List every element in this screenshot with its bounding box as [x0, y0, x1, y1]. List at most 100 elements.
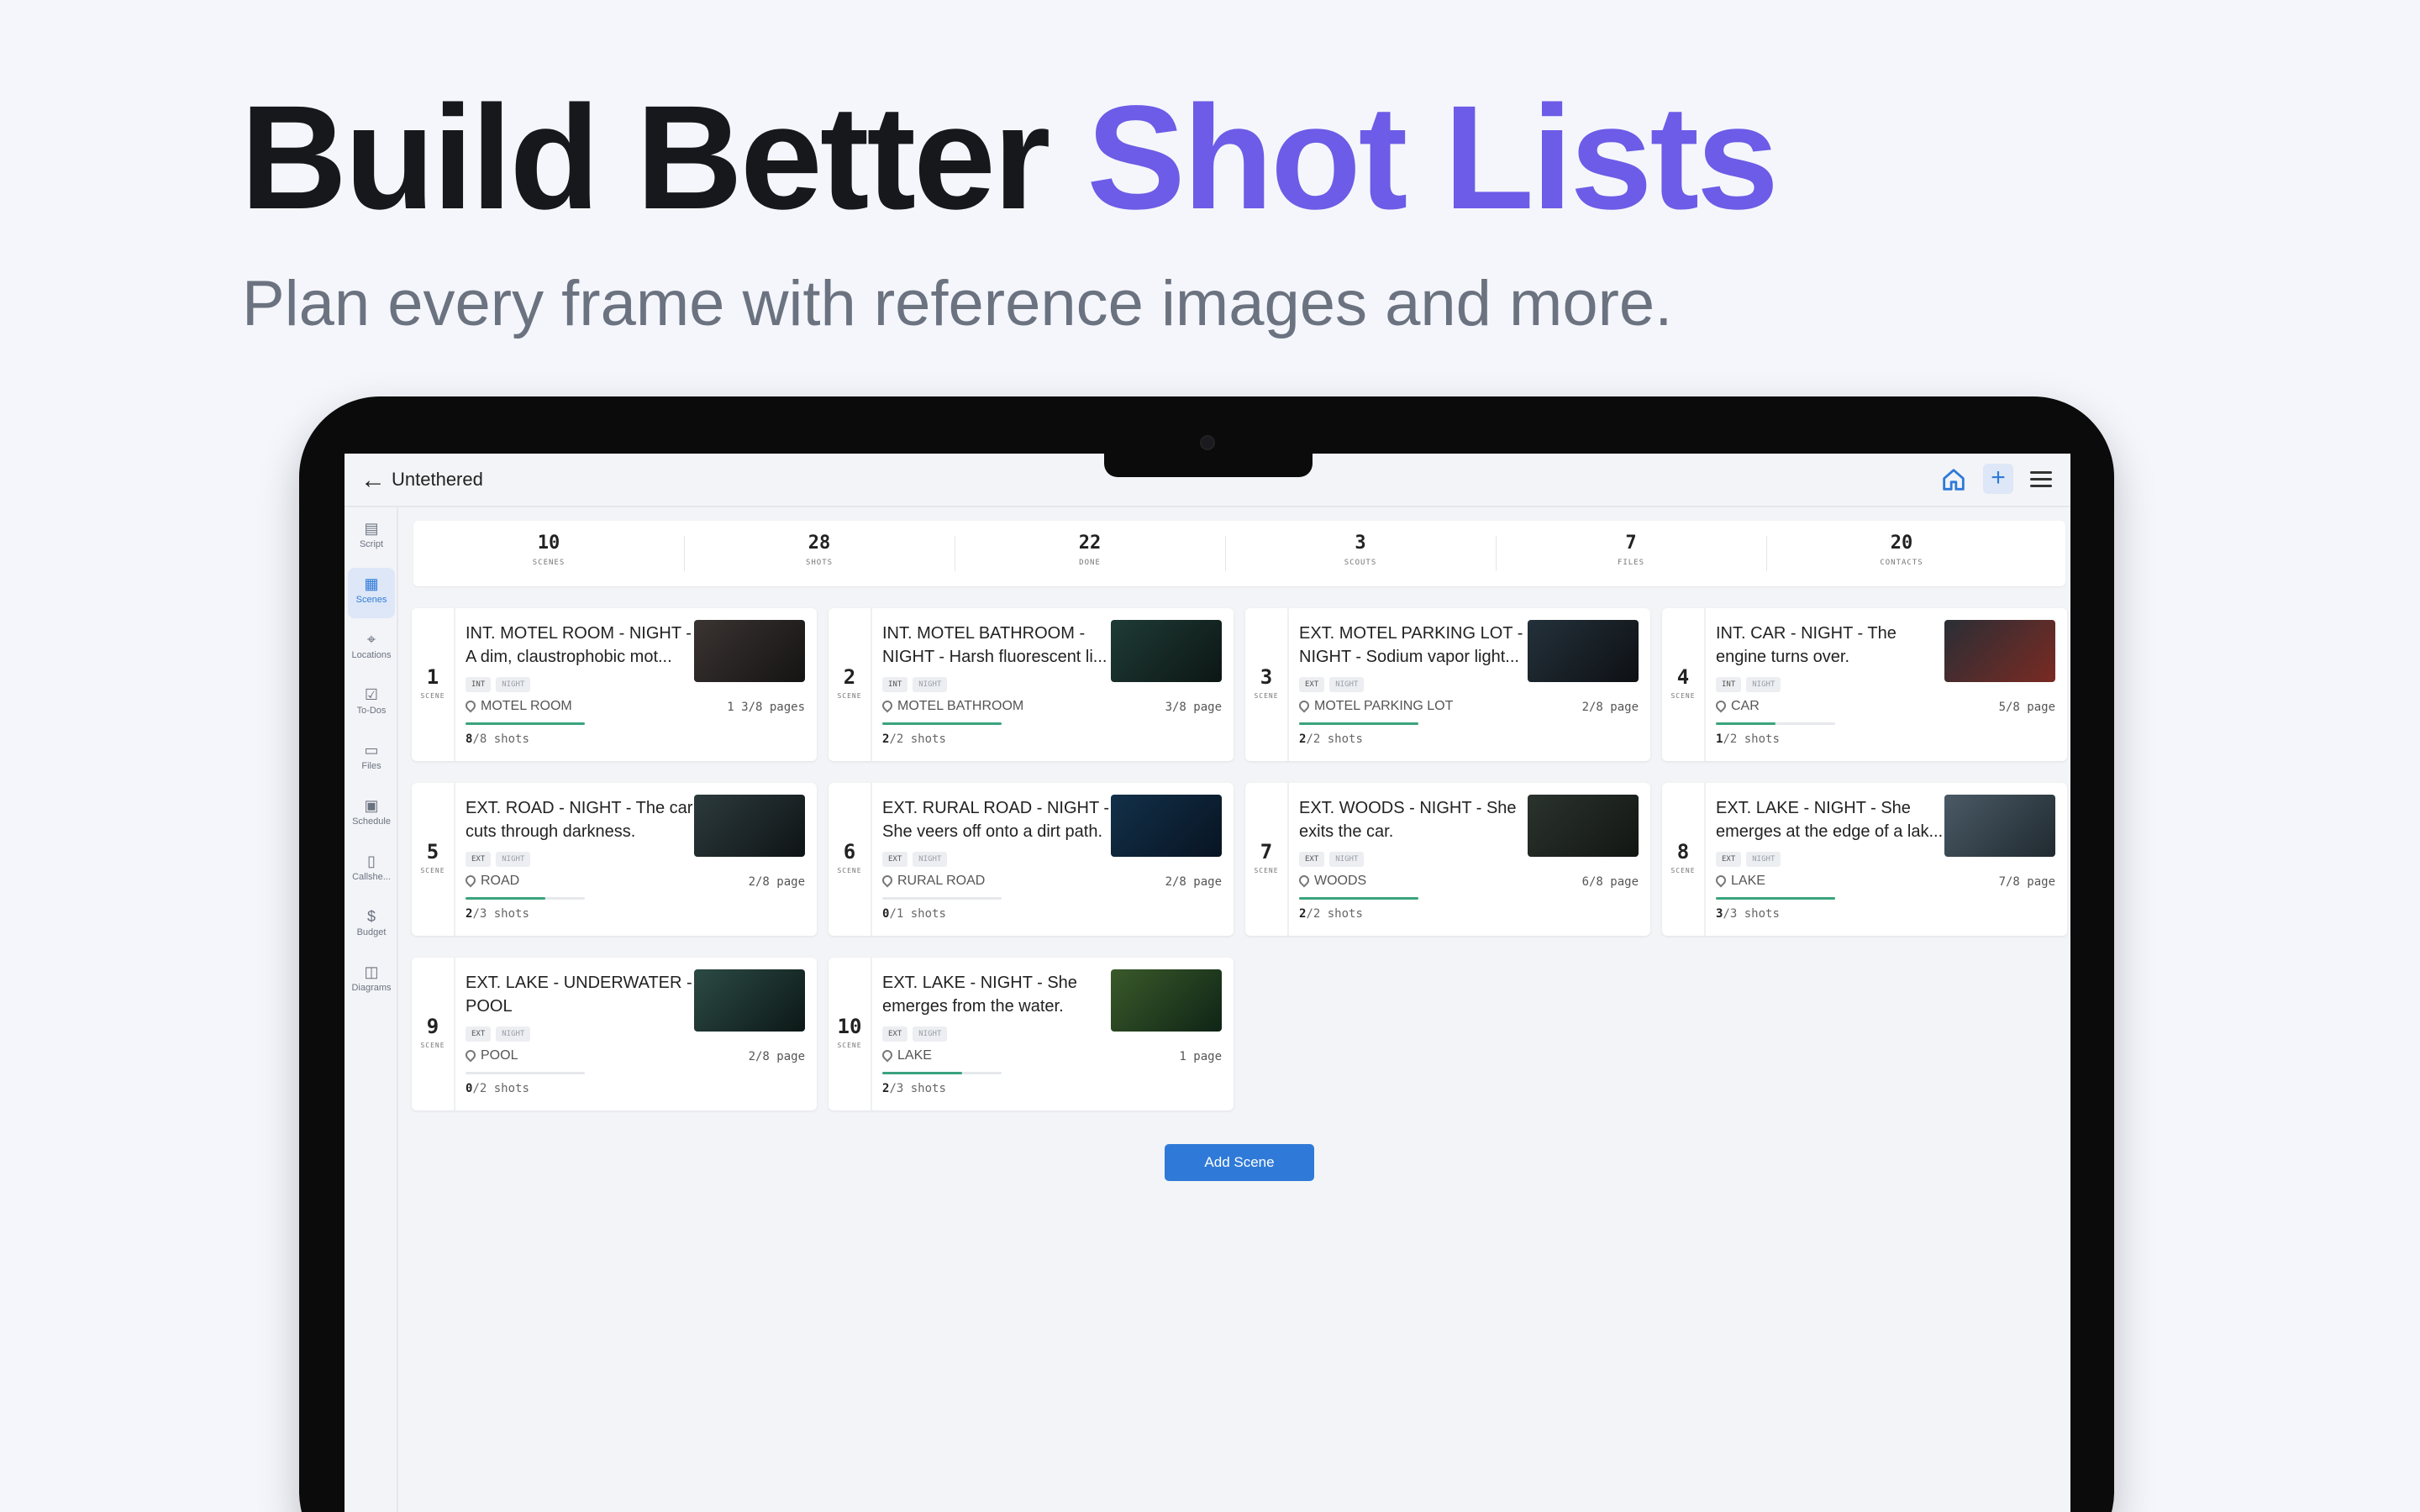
scene-card[interactable]: 4 SCENE INT. CAR - NIGHT - The engine turn… [1662, 608, 2067, 761]
hamburger-menu-icon[interactable] [2028, 467, 2054, 492]
sidebar-item-callshe[interactable]: ▯ Callshe... [348, 845, 395, 895]
stat-value: 20 [1890, 533, 1913, 554]
shots-progress-fill [882, 1072, 963, 1074]
shots-count: 8/8 shots [466, 732, 529, 746]
reference-thumbnail[interactable] [1944, 795, 2055, 857]
scene-card[interactable]: 8 SCENE EXT. LAKE - NIGHT - She emerges at… [1662, 783, 2067, 936]
location-name: CAR [1731, 699, 1760, 713]
sidebar-item-budget[interactable]: $ Budget [348, 900, 395, 951]
reference-thumbnail[interactable] [1111, 795, 1222, 857]
int-ext-tag: EXT [466, 1026, 492, 1042]
home-icon[interactable] [1939, 465, 1968, 494]
scene-number-column: 2 SCENE [829, 608, 872, 761]
reference-thumbnail[interactable] [1528, 620, 1639, 682]
scene-number: 4 [1676, 665, 1690, 689]
stat-label: SCENES [532, 559, 566, 567]
scene-card[interactable]: 7 SCENE EXT. WOODS - NIGHT - She exits the… [1245, 783, 1650, 936]
scene-card[interactable]: 3 SCENE EXT. MOTEL PARKING LOT - NIGHT - S… [1245, 608, 1650, 761]
map-pin-icon [1713, 698, 1728, 713]
sidebar-item-script[interactable]: ▤ Script [348, 512, 395, 563]
scene-card[interactable]: 10 SCENE EXT. LAKE - NIGHT - She emerges f… [829, 958, 1234, 1110]
stat-value: 7 [1625, 533, 1637, 554]
shots-progress-bar [1716, 897, 1835, 900]
reference-thumbnail[interactable] [1528, 795, 1639, 857]
sidebar-item-locations[interactable]: ⌖ Locations [348, 623, 395, 674]
scene-number: 7 [1260, 840, 1273, 864]
sidebar-item-label: Diagrams [351, 983, 392, 993]
project-title: Untethered [392, 469, 483, 490]
scene-number: 9 [426, 1015, 439, 1038]
reference-thumbnail[interactable] [1111, 969, 1222, 1032]
shots-progress-fill [1716, 897, 1835, 900]
scene-number-column: 3 SCENE [1245, 608, 1289, 761]
calendar-icon: ▣ [364, 797, 379, 814]
time-of-day-tag: NIGHT [1329, 852, 1365, 867]
back-arrow-icon[interactable]: ← [360, 467, 387, 494]
location-name: POOL [481, 1048, 518, 1063]
scene-card[interactable]: 6 SCENE EXT. RURAL ROAD - NIGHT - She veer… [829, 783, 1234, 936]
reference-thumbnail[interactable] [1111, 620, 1222, 682]
add-button[interactable]: + [1983, 464, 2013, 494]
reference-thumbnail[interactable] [694, 620, 805, 682]
hero-subtitle: Plan every frame with reference images a… [242, 268, 1673, 339]
scene-card[interactable]: 2 SCENE INT. MOTEL BATHROOM - NIGHT - Hars… [829, 608, 1234, 761]
stat-divider [1766, 536, 1767, 571]
location-name: MOTEL PARKING LOT [1314, 699, 1454, 713]
app-screen: ← Untethered + ▤ Script ▦ Scenes ⌖ Locations ☑… [345, 454, 2070, 1512]
page-count: 2/8 page [748, 1050, 805, 1063]
scene-tags: EXT NIGHT [466, 1025, 535, 1042]
shots-progress-fill [882, 722, 1002, 725]
add-scene-button[interactable]: Add Scene [1165, 1144, 1314, 1181]
scene-number-column: 8 SCENE [1662, 783, 1706, 936]
reference-thumbnail[interactable] [1944, 620, 2055, 682]
camera-icon [1200, 435, 1215, 450]
scene-card[interactable]: 1 SCENE INT. MOTEL ROOM - NIGHT - A dim, c… [412, 608, 817, 761]
stat-value: 3 [1355, 533, 1366, 554]
hero-title: Build Better Shot Lists [240, 76, 1779, 240]
scene-number-column: 9 SCENE [412, 958, 455, 1110]
scene-title: INT. CAR - NIGHT - The engine turns over… [1716, 624, 1897, 666]
scene-tags: EXT NIGHT [466, 850, 535, 867]
int-ext-tag: EXT [1299, 852, 1325, 867]
location-name: MOTEL BATHROOM [897, 699, 1024, 713]
scene-label: SCENE [420, 692, 445, 700]
shots-progress-fill [466, 722, 585, 725]
map-pin-icon [463, 873, 478, 888]
sidebar-item-scenes[interactable]: ▦ Scenes [348, 568, 395, 618]
stat-divider [1225, 536, 1226, 571]
stat-value: 28 [808, 533, 831, 554]
scene-card[interactable]: 5 SCENE EXT. ROAD - NIGHT - The car cuts t… [412, 783, 817, 936]
scene-tags: EXT NIGHT [1299, 675, 1369, 692]
checkbox-icon: ☑ [364, 686, 379, 703]
shots-progress-bar [466, 722, 585, 725]
sidebar-item-label: Scenes [355, 595, 387, 605]
sidebar: ▤ Script ▦ Scenes ⌖ Locations ☑ To-Dos ▭ Files ▣ Sc… [345, 507, 398, 1512]
sidebar-item-files[interactable]: ▭ Files [348, 734, 395, 785]
time-of-day-tag: NIGHT [913, 1026, 948, 1042]
map-pin-icon [463, 1047, 478, 1063]
scene-number-column: 10 SCENE [829, 958, 872, 1110]
map-pin-icon [880, 873, 895, 888]
scene-card[interactable]: 9 SCENE EXT. LAKE - UNDERWATER - POOL EXT NI… [412, 958, 817, 1110]
scene-title: EXT. LAKE - NIGHT - She emerges from the… [882, 974, 1077, 1016]
stat-value: 10 [537, 533, 560, 554]
reference-thumbnail[interactable] [694, 795, 805, 857]
stat-contacts: 20 CONTACTS [1766, 521, 2037, 586]
scene-number: 8 [1676, 840, 1690, 864]
sidebar-item-diagrams[interactable]: ◫ Diagrams [348, 956, 395, 1006]
shots-total: /8 shots [472, 732, 529, 746]
scene-title: INT. MOTEL BATHROOM - NIGHT - Harsh fluo… [882, 624, 1107, 666]
scene-location: WOODS [1297, 873, 1366, 889]
int-ext-tag: EXT [882, 1026, 908, 1042]
shots-progress-bar [882, 897, 1002, 900]
stat-label: CONTACTS [1880, 559, 1923, 567]
stat-label: DONE [1079, 559, 1101, 567]
stat-done: 22 DONE [955, 521, 1225, 586]
reference-thumbnail[interactable] [694, 969, 805, 1032]
sidebar-item-to-dos[interactable]: ☑ To-Dos [348, 679, 395, 729]
time-of-day-tag: NIGHT [496, 677, 531, 692]
scene-number: 3 [1260, 665, 1273, 689]
sidebar-item-schedule[interactable]: ▣ Schedule [348, 790, 395, 840]
scene-tags: EXT NIGHT [1716, 850, 1786, 867]
page-count: 5/8 page [1998, 701, 2055, 714]
